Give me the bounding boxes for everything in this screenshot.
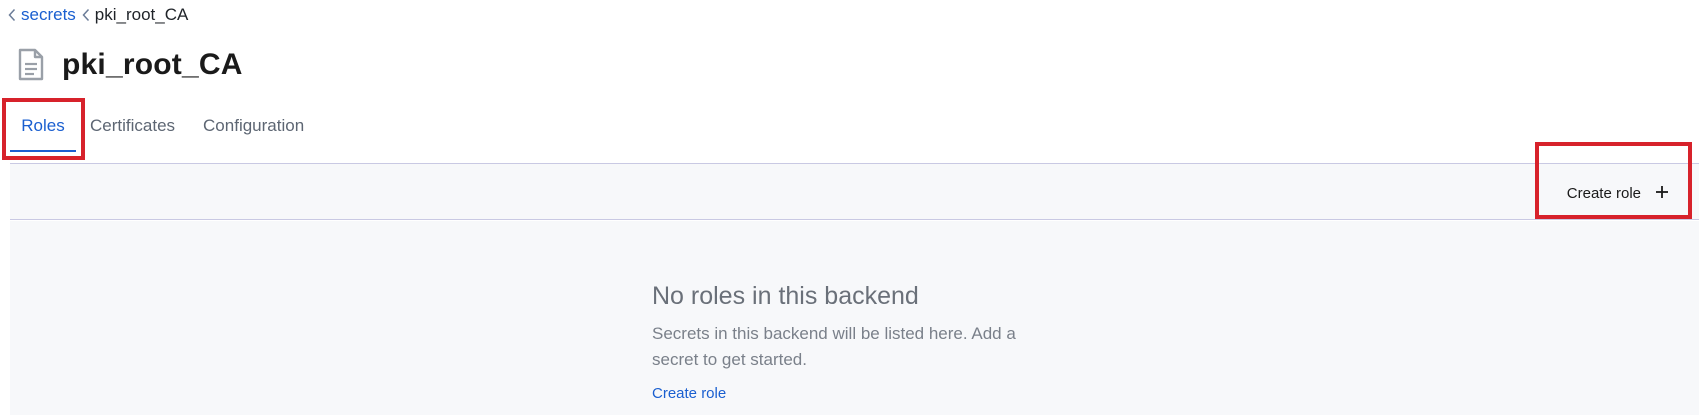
tab-configuration[interactable]: Configuration xyxy=(189,108,318,152)
chevron-left-icon xyxy=(8,8,16,22)
create-role-label: Create role xyxy=(1566,184,1641,202)
tab-bar: Roles Certificates Configuration xyxy=(10,108,1699,152)
breadcrumb-link-secrets[interactable]: secrets xyxy=(21,5,76,25)
empty-state: No roles in this backend Secrets in this… xyxy=(652,281,1052,403)
breadcrumb-item-current: pki_root_CA xyxy=(82,5,189,25)
page: secrets pki_root_CA pki_root_CA Roles Ce… xyxy=(0,0,1699,415)
empty-state-create-role-link[interactable]: Create role xyxy=(652,385,726,402)
breadcrumb-current: pki_root_CA xyxy=(94,5,189,24)
tab-roles[interactable]: Roles xyxy=(10,108,76,152)
plus-icon xyxy=(1655,183,1669,203)
empty-state-message: Secrets in this backend will be listed h… xyxy=(652,324,1016,369)
empty-state-title: No roles in this backend xyxy=(652,282,919,310)
page-header: pki_root_CA xyxy=(16,48,243,82)
breadcrumb-item-secrets[interactable]: secrets xyxy=(8,5,76,25)
chevron-left-icon xyxy=(82,8,90,22)
breadcrumb: secrets pki_root_CA xyxy=(8,4,188,26)
toolbar: Create role xyxy=(10,163,1699,220)
tab-certificates[interactable]: Certificates xyxy=(76,108,189,152)
page-title: pki_root_CA xyxy=(62,48,243,81)
roles-list: No roles in this backend Secrets in this… xyxy=(10,221,1699,415)
create-role-button[interactable]: Create role xyxy=(1567,180,1669,206)
document-icon xyxy=(16,48,46,82)
